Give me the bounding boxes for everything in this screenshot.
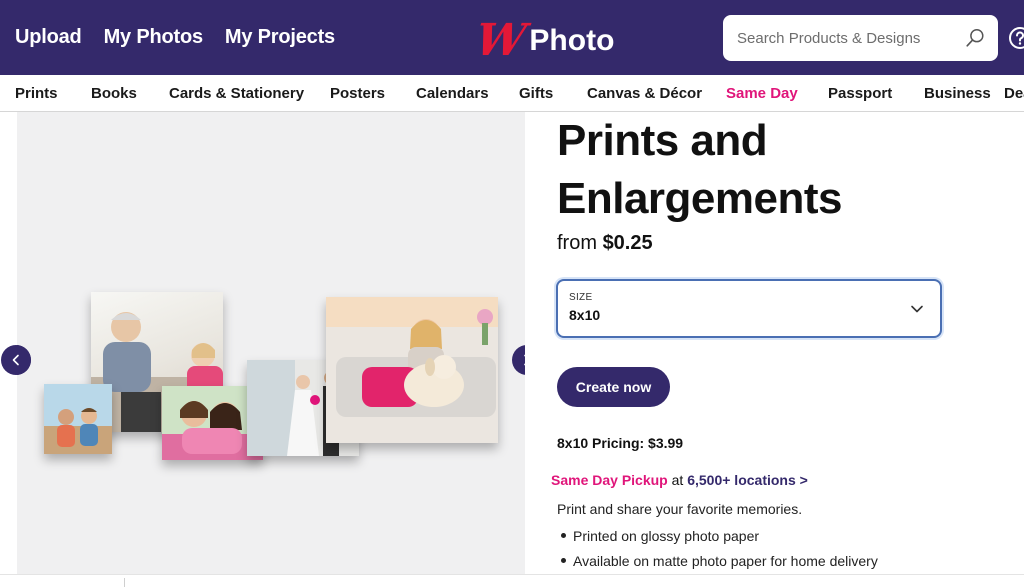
- category-nav: Prints Books Cards & Stationery Posters …: [0, 75, 1024, 112]
- logo-text: Photo: [529, 24, 615, 57]
- nav-my-projects-link[interactable]: My Projects: [225, 26, 335, 49]
- category-prints[interactable]: Prints: [15, 85, 58, 102]
- carousel-next-button[interactable]: [512, 345, 525, 375]
- category-business[interactable]: Business: [924, 85, 991, 102]
- price-prefix: from: [557, 232, 603, 254]
- starting-price: from $0.25: [557, 232, 653, 255]
- carousel-prev-button-edge[interactable]: [1, 345, 31, 375]
- page-footer-edge: [0, 574, 1024, 587]
- pickup-at-text: at: [667, 472, 688, 488]
- category-books[interactable]: Books: [91, 85, 137, 102]
- footer-divider: [124, 578, 125, 587]
- category-cards-stationery[interactable]: Cards & Stationery: [169, 85, 304, 102]
- logo-mark: W: [472, 15, 526, 66]
- price-value: $0.25: [602, 232, 653, 254]
- product-title-line1: Prints and: [557, 116, 768, 165]
- sample-photo-couple: [44, 384, 112, 454]
- walgreens-photo-logo[interactable]: W Photo: [472, 15, 615, 66]
- top-header: Upload My Photos My Projects W Photo: [0, 0, 1024, 75]
- nav-upload-link[interactable]: Upload: [15, 26, 82, 49]
- category-deals[interactable]: Deals: [1004, 85, 1024, 102]
- search-input[interactable]: [737, 29, 964, 47]
- category-posters[interactable]: Posters: [330, 85, 385, 102]
- category-passport[interactable]: Passport: [828, 85, 892, 102]
- category-gifts[interactable]: Gifts: [519, 85, 553, 102]
- chevron-right-icon: [524, 354, 525, 366]
- product-title-line2: Enlargements: [557, 174, 842, 223]
- category-calendars[interactable]: Calendars: [416, 85, 489, 102]
- feature-item: Printed on glossy photo paper: [557, 527, 878, 552]
- product-description: Print and share your favorite memories.: [557, 501, 803, 517]
- nav-my-photos-link[interactable]: My Photos: [104, 26, 204, 49]
- size-select-label: SIZE: [569, 292, 593, 303]
- same-day-pickup-label: Same Day Pickup: [551, 472, 668, 488]
- search-icon[interactable]: [964, 27, 986, 49]
- same-day-pickup-info: Same Day Pickup at 6,500+ locations >: [551, 472, 808, 488]
- size-select[interactable]: SIZE 8x10: [556, 279, 942, 338]
- chevron-down-icon: [911, 305, 923, 313]
- help-icon[interactable]: [1008, 26, 1024, 50]
- primary-nav: Upload My Photos My Projects: [15, 26, 335, 49]
- category-same-day[interactable]: Same Day: [726, 85, 798, 102]
- store-locations-link[interactable]: 6,500+ locations >: [687, 472, 808, 488]
- size-pricing: 8x10 Pricing: $3.99: [557, 435, 684, 451]
- chevron-left-icon: [12, 354, 19, 366]
- feature-list: Printed on glossy photo paper Available …: [557, 527, 878, 577]
- search-box: [723, 15, 998, 61]
- category-canvas-decor[interactable]: Canvas & Décor: [587, 85, 702, 102]
- create-now-button[interactable]: Create now: [557, 367, 670, 407]
- product-title: Prints and Enlargements: [557, 112, 997, 228]
- product-image-carousel: [17, 112, 525, 574]
- size-select-value: 8x10: [569, 307, 601, 323]
- sample-photo-puppy: [326, 297, 498, 443]
